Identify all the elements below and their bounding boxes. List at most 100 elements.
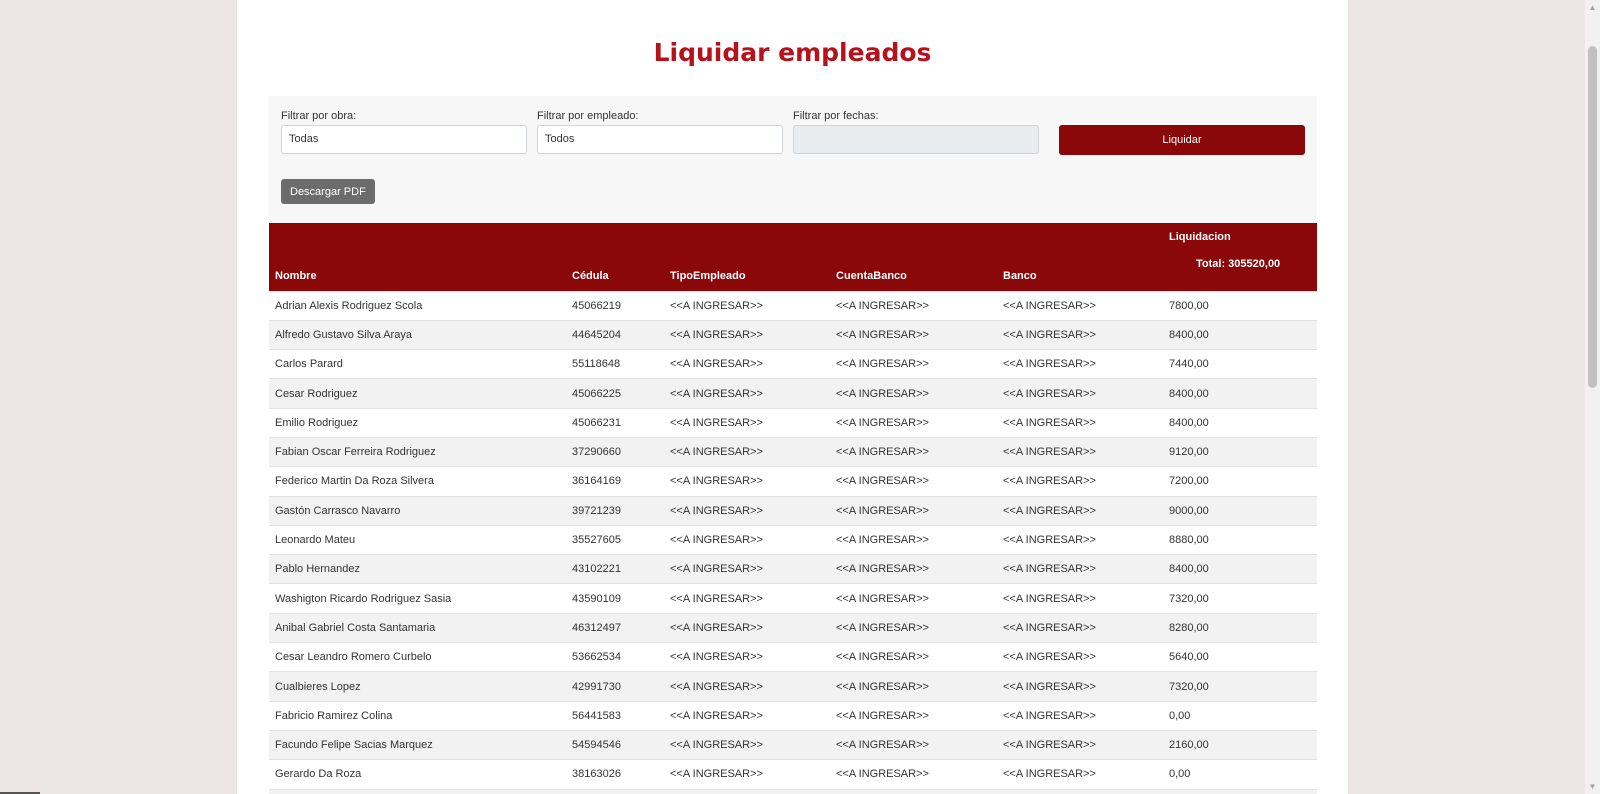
table-row[interactable]: Fabian Oscar Ferreira Rodriguez 37290660 <… [269,436,1317,467]
table-row[interactable]: Carlos Parard 55118648 <<A INGRESAR>> <<A I… [269,349,1317,379]
vertical-scrollbar[interactable]: ▲ ▼ [1585,0,1600,794]
cell-banco: <<A INGRESAR>> [997,466,1163,497]
cell-cuenta-banco: <<A INGRESAR>> [830,290,997,321]
cell-banco: <<A INGRESAR>> [997,700,1163,731]
table-row[interactable]: Alfredo Gustavo Silva Araya 44645204 <<A I… [269,319,1317,350]
cell-tipo-empleado: <<A INGRESAR>> [664,378,830,409]
cell-cuenta-banco: <<A INGRESAR>> [830,378,997,409]
cell-cuenta-banco: <<A INGRESAR>> [830,612,997,643]
cell-tipo-empleado: <<A INGRESAR>> [664,524,830,555]
cell-cedula: 36164169 [566,466,664,497]
header-banco[interactable]: Banco [997,223,1163,291]
cell-cuenta-banco: <<A INGRESAR>> [830,788,997,794]
cell-nombre: Carlos Parard [269,349,566,379]
cell-tipo-empleado: <<A INGRESAR>> [664,671,830,702]
cell-cedula: 44645204 [566,319,664,350]
fechas-filter-label: Filtrar por fechas: [793,110,879,122]
cell-banco: <<A INGRESAR>> [997,583,1163,614]
liquidar-button[interactable]: Liquidar [1059,125,1305,155]
cell-liquidacion: 9000,00 [1163,495,1317,526]
cell-liquidacion: 0,00 [1163,700,1317,731]
table-row[interactable]: Adrian Alexis Rodriguez Scola 45066219 <<A… [269,290,1317,321]
page-title: Liquidar empleados [653,38,932,67]
cell-nombre: Leonardo Mateu [269,524,566,555]
table-row[interactable]: Fabricio Ramirez Colina 56441583 <<A INGRE… [269,700,1317,731]
cell-cedula: 54594546 [566,729,664,760]
filters-panel: Filtrar por obra: Todas Filtrar por empl… [269,96,1317,223]
cell-tipo-empleado: <<A INGRESAR>> [664,319,830,350]
cell-cuenta-banco: <<A INGRESAR>> [830,349,997,379]
table-row[interactable]: Cesar Leandro Romero Curbelo 53662534 <<A … [269,642,1317,672]
fechas-filter-input[interactable] [793,125,1039,154]
cell-banco: <<A INGRESAR>> [997,788,1163,794]
scroll-down-arrow-icon[interactable]: ▼ [1585,779,1600,794]
cell-cuenta-banco: <<A INGRESAR>> [830,583,997,614]
cell-liquidacion: 5640,00 [1163,642,1317,672]
table-row[interactable]: Cualbieres Lopez 42991730 <<A INGRESAR>> <<… [269,671,1317,702]
cell-banco: <<A INGRESAR>> [997,407,1163,438]
cell-liquidacion: 7320,00 [1163,671,1317,702]
cell-liquidacion: 7440,00 [1163,349,1317,379]
cell-nombre: Gastón Carrasco Navarro [269,495,566,526]
table-row[interactable]: Gustavo Pereira36189977<<A INGRESAR>><<A… [269,788,1317,794]
table-row[interactable]: Anibal Gabriel Costa Santamaria 46312497 <… [269,612,1317,643]
header-cedula[interactable]: Cédula [566,223,664,291]
header-nombre[interactable]: Nombre [269,223,566,291]
cell-cuenta-banco: <<A INGRESAR>> [830,729,997,760]
table-row[interactable]: Gerardo Da Roza 38163026 <<A INGRESAR>> <<A… [269,759,1317,790]
main-page: Liquidar empleados Filtrar por obra: Tod… [237,0,1348,794]
header-tipo-empleado[interactable]: TipoEmpleado [664,223,830,291]
cell-cuenta-banco: <<A INGRESAR>> [830,319,997,350]
cell-banco: <<A INGRESAR>> [997,378,1163,409]
table-row[interactable]: Emilio Rodriguez 45066231 <<A INGRESAR>> <<… [269,407,1317,438]
cell-banco: <<A INGRESAR>> [997,290,1163,321]
cell-cedula: 35527605 [566,524,664,555]
header-liquidacion[interactable]: Liquidacion Total: 305520,00 [1163,223,1317,291]
cell-cedula: 46312497 [566,612,664,643]
cell-cuenta-banco: <<A INGRESAR>> [830,495,997,526]
cell-cedula: 42991730 [566,671,664,702]
cell-cuenta-banco: <<A INGRESAR>> [830,671,997,702]
empleado-filter-select[interactable]: Todos [537,125,783,154]
cell-tipo-empleado: <<A INGRESAR>> [664,729,830,760]
cell-liquidacion: 7800,00 [1163,290,1317,321]
obra-filter-label: Filtrar por obra: [281,110,357,122]
table-body: Adrian Alexis Rodriguez Scola 45066219 <<A… [269,290,1317,794]
obra-filter-select[interactable]: Todas [281,125,527,154]
cell-liquidacion: 8880,00 [1163,524,1317,555]
fechas-filter-group: Filtrar por fechas: [793,110,1039,154]
cell-liquidacion: 8280,00 [1163,612,1317,643]
table-row[interactable]: Federico Martin Da Roza Silvera 36164169 <… [269,466,1317,497]
descargar-pdf-button[interactable]: Descargar PDF [281,179,375,204]
cell-tipo-empleado: <<A INGRESAR>> [664,788,830,794]
scrollbar-thumb[interactable] [1588,46,1597,388]
cell-cedula: 45066231 [566,407,664,438]
cell-cuenta-banco: <<A INGRESAR>> [830,407,997,438]
cell-tipo-empleado: <<A INGRESAR>> [664,759,830,790]
cell-cedula: 43590109 [566,583,664,614]
cell-liquidacion: 8400,00 [1163,407,1317,438]
table-row[interactable]: Leonardo Mateu 35527605 <<A INGRESAR>> <<A … [269,524,1317,555]
cell-nombre: Emilio Rodriguez [269,407,566,438]
table-row[interactable]: Pablo Hernandez 43102221 <<A INGRESAR>> <<A… [269,554,1317,584]
cell-tipo-empleado: <<A INGRESAR>> [664,407,830,438]
cell-banco: <<A INGRESAR>> [997,436,1163,467]
scroll-up-arrow-icon[interactable]: ▲ [1585,0,1600,15]
header-cuenta-banco[interactable]: CuentaBanco [830,223,997,291]
table-row[interactable]: Washigton Ricardo Rodriguez Sasia 4359010… [269,583,1317,614]
cell-banco: <<A INGRESAR>> [997,319,1163,350]
cell-banco: <<A INGRESAR>> [997,759,1163,790]
cell-liquidacion: 8400,00 [1163,554,1317,584]
table-row[interactable]: Facundo Felipe Sacias Marquez 54594546 <<A… [269,729,1317,760]
cell-tipo-empleado: <<A INGRESAR>> [664,466,830,497]
table-row[interactable]: Cesar Rodriguez 45066225 <<A INGRESAR>> <<A… [269,378,1317,409]
cell-tipo-empleado: <<A INGRESAR>> [664,700,830,731]
cell-nombre: Facundo Felipe Sacias Marquez [269,729,566,760]
table-row[interactable]: Gastón Carrasco Navarro 39721239 <<A INGRE… [269,495,1317,526]
cell-nombre: Gerardo Da Roza [269,759,566,790]
employees-table-wrapper: Nombre Cédula TipoEmpleado CuentaBanco B… [269,223,1317,794]
cell-cedula: 55118648 [566,349,664,379]
cell-nombre: Anibal Gabriel Costa Santamaria [269,612,566,643]
cell-cedula: 43102221 [566,554,664,584]
cell-nombre: Cualbieres Lopez [269,671,566,702]
